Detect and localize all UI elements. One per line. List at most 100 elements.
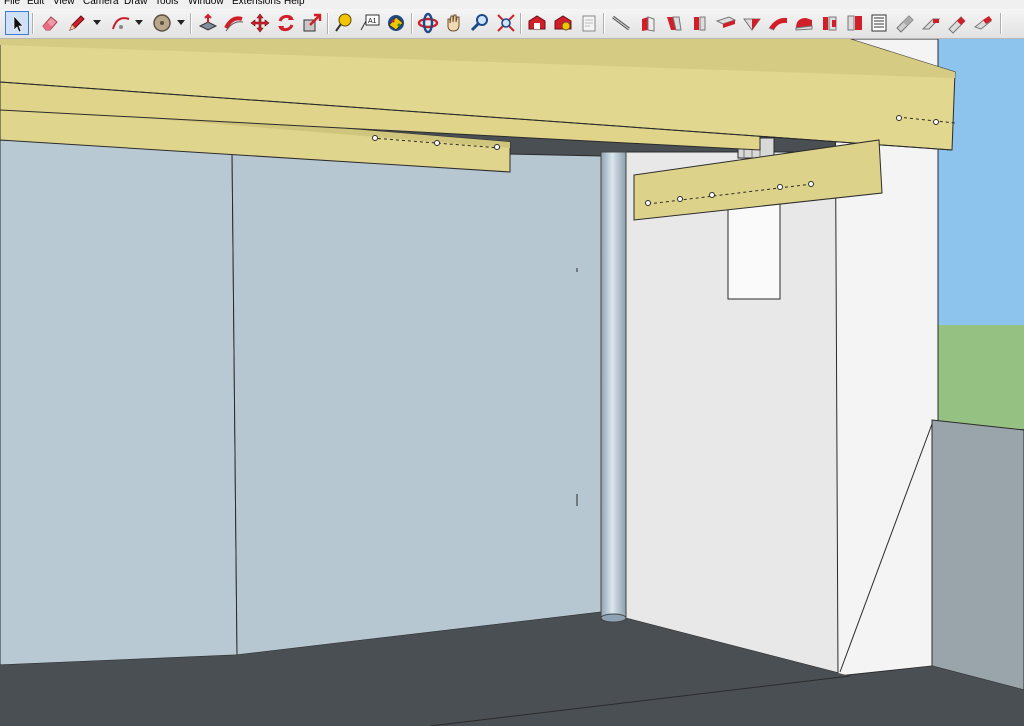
pencil-tool-button[interactable] xyxy=(64,11,88,35)
text-tool-button[interactable]: A1 xyxy=(358,11,382,35)
joint-red-icon xyxy=(795,18,813,31)
follow-me-icon xyxy=(224,16,244,32)
chevron-down-icon[interactable] xyxy=(177,20,185,25)
toolbar-separator xyxy=(190,13,192,34)
menu-edit[interactable]: Edit xyxy=(27,0,44,8)
chevron-down-icon[interactable] xyxy=(135,20,143,25)
paint-bucket-icon xyxy=(388,15,404,31)
arc-icon xyxy=(112,17,130,30)
joint-red-icon xyxy=(694,16,706,31)
3d-scene[interactable] xyxy=(0,39,1024,726)
joint-red-icon xyxy=(642,16,655,32)
downpipe xyxy=(600,151,627,621)
wood-joint-10-button[interactable] xyxy=(893,11,917,35)
extension-warehouse-icon xyxy=(554,15,572,31)
wood-joint-12-button[interactable] xyxy=(945,11,969,35)
cursor-arrow-icon xyxy=(13,15,24,33)
rotate-tool-button[interactable] xyxy=(274,11,298,35)
tape-measure-button[interactable] xyxy=(332,11,356,35)
pan-tool-button[interactable] xyxy=(442,11,466,35)
pencil-icon xyxy=(69,15,85,31)
push-pull-icon xyxy=(198,13,218,31)
joint-red-icon xyxy=(847,15,862,31)
eraser-tool-button[interactable] xyxy=(38,11,62,35)
orbit-tool-button[interactable] xyxy=(416,11,440,35)
menu-window[interactable]: Window xyxy=(188,0,224,8)
scale-icon xyxy=(303,13,322,32)
tape-measure-icon xyxy=(335,13,352,32)
warehouse-icon xyxy=(528,15,546,30)
menu-view[interactable]: View xyxy=(53,0,75,8)
paint-bucket-button[interactable] xyxy=(384,11,408,35)
joint-red-icon xyxy=(768,17,787,31)
menu-file[interactable]: File xyxy=(4,0,20,8)
pushpull-tool-button[interactable] xyxy=(196,11,220,35)
cut-list-icon xyxy=(871,14,887,32)
wood-joint-6-button[interactable] xyxy=(766,11,790,35)
rotate-icon xyxy=(278,14,294,32)
menu-bar: File Edit View Camera Draw Tools Window … xyxy=(0,0,1024,9)
circle-icon xyxy=(153,14,171,32)
toolbar-separator xyxy=(32,13,34,34)
wall-left-panel xyxy=(0,139,238,666)
wood-joint-3-button[interactable] xyxy=(688,11,712,35)
arc-tool-button[interactable] xyxy=(109,11,133,35)
wood-list-button[interactable] xyxy=(867,11,891,35)
joint-red-icon xyxy=(948,16,966,34)
joint-red-icon xyxy=(823,16,837,31)
zoom-tool-button[interactable] xyxy=(468,11,492,35)
magnifier-icon xyxy=(470,14,488,32)
send-to-layout-button[interactable] xyxy=(577,11,601,35)
wood-joint-4-button[interactable] xyxy=(714,11,738,35)
joint-red-icon xyxy=(973,16,993,30)
downpipe-base xyxy=(600,613,627,623)
wood-joint-2-button[interactable] xyxy=(662,11,686,35)
wall-center-panel xyxy=(231,147,603,656)
menu-tools[interactable]: Tools xyxy=(155,0,178,8)
toolbar-separator xyxy=(1000,13,1002,34)
joint-red-icon xyxy=(667,16,682,31)
toolbar-separator xyxy=(327,13,329,34)
toolbar-separator xyxy=(603,13,605,34)
menu-draw[interactable]: Draw xyxy=(124,0,147,8)
text-label-icon: A1 xyxy=(360,14,380,31)
svg-text:A1: A1 xyxy=(368,18,377,25)
menu-help[interactable]: Help xyxy=(284,0,305,8)
menu-camera[interactable]: Camera xyxy=(83,0,119,8)
warehouse-button[interactable] xyxy=(525,11,549,35)
wood-joint-7-button[interactable] xyxy=(792,11,816,35)
menu-extensions[interactable]: Extensions xyxy=(232,0,281,8)
move-arrows-icon xyxy=(250,13,270,33)
wood-joint-8-button[interactable] xyxy=(818,11,842,35)
extension-warehouse-button[interactable] xyxy=(551,11,575,35)
joint-red-icon xyxy=(715,16,737,28)
wood-joint-9-button[interactable] xyxy=(843,11,867,35)
joint-red-icon xyxy=(921,18,941,30)
main-toolbar: A1 xyxy=(0,9,1024,39)
move-tool-button[interactable] xyxy=(248,11,272,35)
zoom-extents-icon xyxy=(497,14,515,32)
chevron-down-icon[interactable] xyxy=(93,20,101,25)
joint-red-icon xyxy=(896,15,914,33)
hand-icon xyxy=(447,14,460,32)
followme-tool-button[interactable] xyxy=(222,11,246,35)
section-plane-icon xyxy=(612,15,630,31)
exterior-grey-wall xyxy=(931,419,1024,691)
wood-joint-5-button[interactable] xyxy=(740,11,764,35)
layout-icon xyxy=(582,15,596,32)
wood-joint-11-button[interactable] xyxy=(919,11,943,35)
wall-white-return xyxy=(601,151,851,677)
wood-joint-1-button[interactable] xyxy=(636,11,660,35)
select-tool-button[interactable] xyxy=(5,11,29,35)
scale-tool-button[interactable] xyxy=(300,11,324,35)
circle-tool-button[interactable] xyxy=(150,11,174,35)
joint-red-icon xyxy=(743,18,761,31)
zoom-extents-button[interactable] xyxy=(494,11,518,35)
model-viewport[interactable] xyxy=(0,39,1024,726)
eraser-icon xyxy=(42,16,58,31)
toolbar-separator xyxy=(411,13,413,34)
section-plane-button[interactable] xyxy=(609,11,633,35)
orbit-icon xyxy=(417,12,439,34)
wood-joint-13-button[interactable] xyxy=(971,11,995,35)
electrical-box xyxy=(727,194,781,300)
